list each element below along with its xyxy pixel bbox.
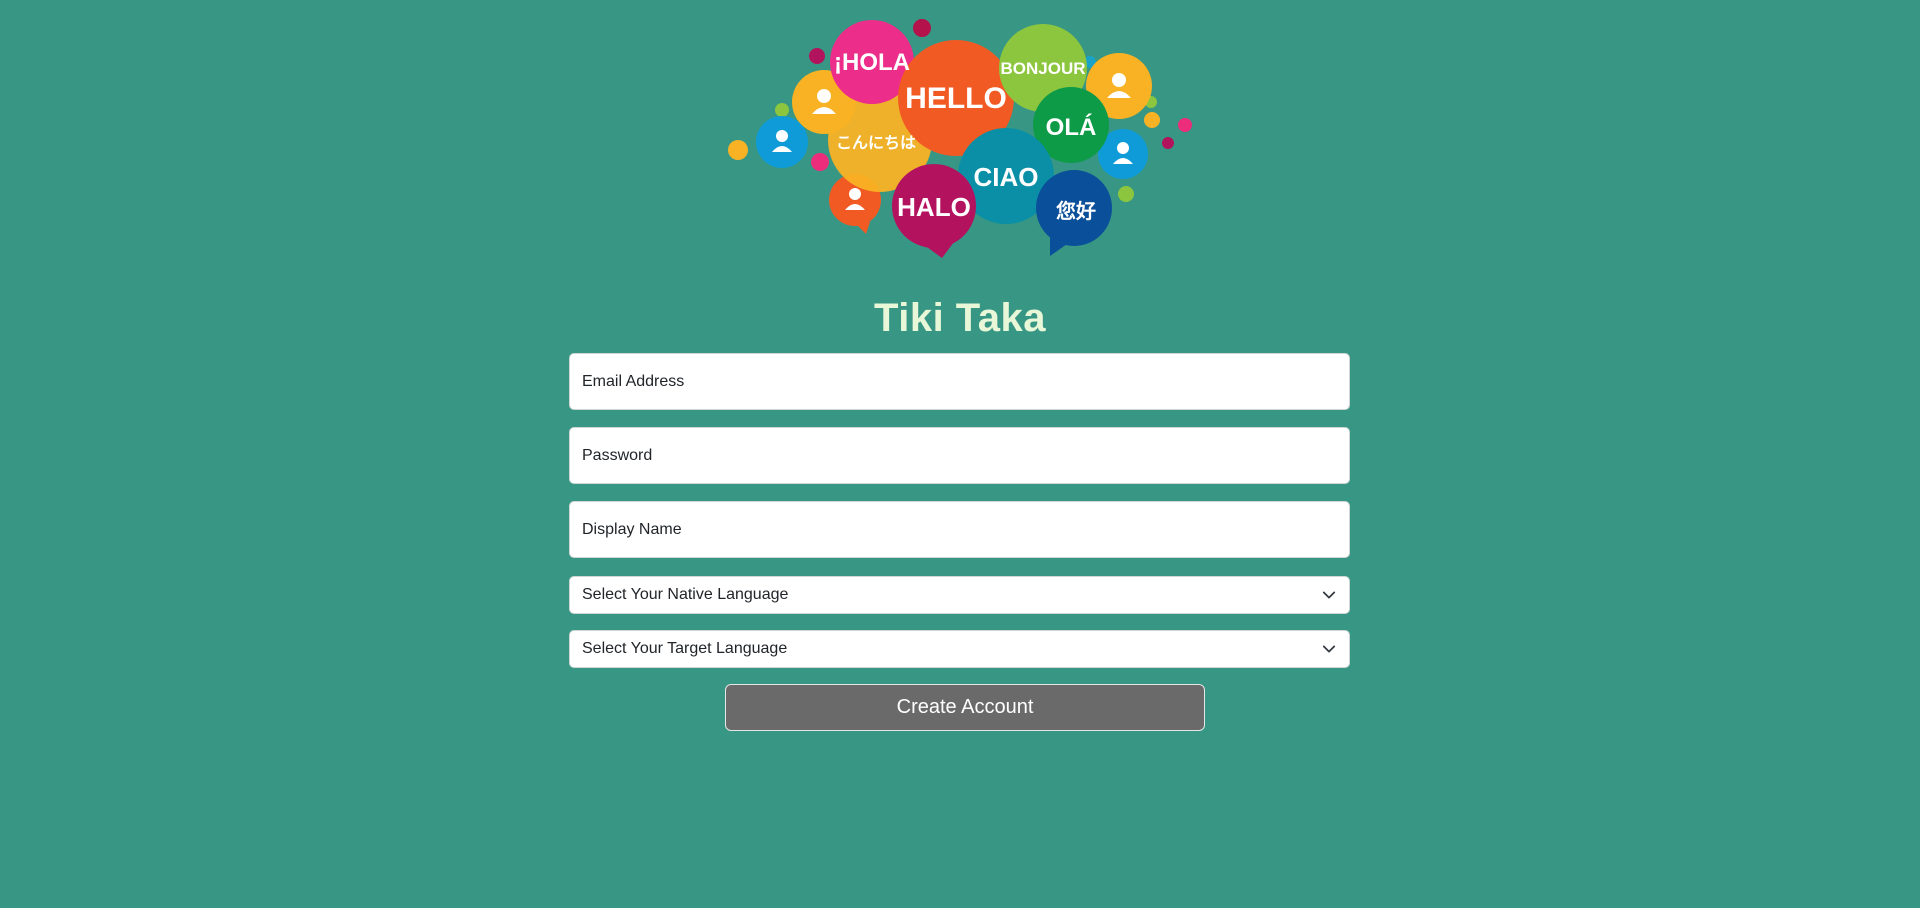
greeting-hola: ¡HOLA xyxy=(834,49,910,76)
target-language-select-label: Select Your Target Language xyxy=(582,640,788,657)
native-language-select[interactable]: Select Your Native Language xyxy=(569,576,1350,614)
email-field[interactable] xyxy=(569,353,1350,410)
native-language-select-label: Select Your Native Language xyxy=(582,586,789,603)
greeting-halo: HALO xyxy=(897,192,971,222)
chevron-down-icon xyxy=(1321,587,1337,603)
greeting-ciao: CIAO xyxy=(974,162,1039,192)
languages-logo: ¡HOLA HELLO BONJOUR OLÁ こんにちは CIAO HALO … xyxy=(728,19,1192,258)
target-language-select[interactable]: Select Your Target Language xyxy=(569,630,1350,668)
create-account-button[interactable]: Create Account xyxy=(725,684,1205,731)
greeting-ola: OLÁ xyxy=(1046,113,1097,141)
greeting-bonjour: BONJOUR xyxy=(1000,59,1085,78)
greeting-hello: HELLO xyxy=(905,82,1007,115)
greeting-nihao: 您好 xyxy=(1056,199,1096,223)
greeting-konnichiwa: こんにちは xyxy=(836,134,916,152)
signup-page: ¡HOLA HELLO BONJOUR OLÁ こんにちは CIAO HALO … xyxy=(0,0,1920,908)
chevron-down-icon xyxy=(1321,641,1337,657)
display-name-field[interactable] xyxy=(569,501,1350,558)
page-title: Tiki Taka xyxy=(874,296,1046,340)
password-field[interactable] xyxy=(569,427,1350,484)
